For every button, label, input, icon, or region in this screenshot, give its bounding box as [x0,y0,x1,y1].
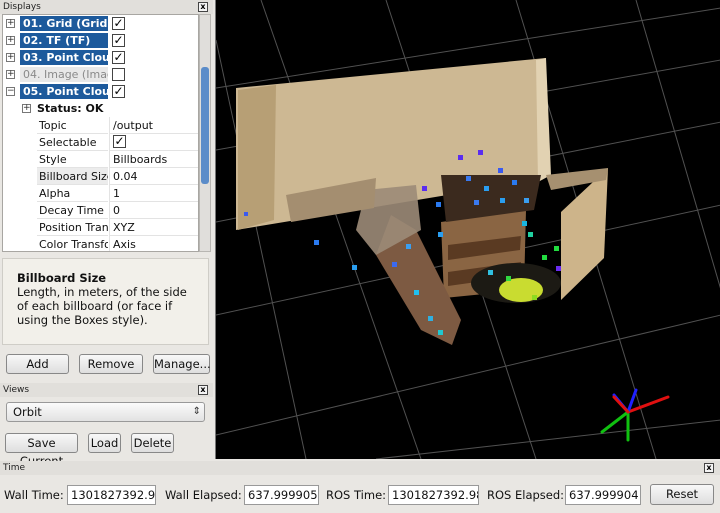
display-enabled-checkbox[interactable]: ✓ [112,85,125,98]
collapse-icon[interactable]: − [6,87,15,96]
status-label: Status: OK [37,102,104,115]
property-name: Position Transformer [37,221,108,236]
ros-time-label: ROS Time: [326,488,387,502]
property-value[interactable]: ✓ [109,134,198,151]
display-item-label[interactable]: 01. Grid (Grid) [20,16,108,31]
property-value[interactable]: 0.04 [109,168,198,185]
property-row[interactable]: Decay Time 0 [3,202,198,219]
display-item[interactable]: + 02. TF (TF) ✓ [3,32,198,49]
load-view-button[interactable]: Load [88,433,121,453]
time-title: Time [0,461,720,475]
property-row[interactable]: Style Billboards [3,151,198,168]
display-enabled-checkbox[interactable]: ✓ [112,34,125,47]
display-item[interactable]: + 01. Grid (Grid) ✓ [3,15,198,32]
add-display-button[interactable]: Add [6,354,69,374]
property-row[interactable]: Topic /output [3,117,198,134]
display-tree-scrollbar[interactable] [199,14,211,252]
delete-view-button[interactable]: Delete [131,433,174,453]
property-row[interactable]: Color Transformer Axis [3,236,198,251]
display-enabled-checkbox[interactable]: ✓ [112,17,125,30]
property-help-box: Billboard Size Length, in meters, of the… [2,258,209,345]
display-item-label[interactable]: 02. TF (TF) [20,33,108,48]
display-item-label[interactable]: 03. Point Cloud2 [20,50,108,65]
property-row[interactable]: Position Transformer XYZ [3,219,198,236]
wall-time-field[interactable]: 1301827392.983 [67,485,156,505]
scrollbar-thumb[interactable] [201,67,209,184]
manage-displays-button[interactable]: Manage... [153,354,211,374]
3d-render-view[interactable] [215,0,720,459]
property-row[interactable]: Billboard Size 0.04 [3,168,198,185]
ros-time-field[interactable]: 1301827392.9839 [388,485,479,505]
reset-time-button[interactable]: Reset [650,484,714,505]
display-enabled-checkbox[interactable]: ✓ [112,51,125,64]
remove-display-button[interactable]: Remove [79,354,143,374]
property-name: Billboard Size [37,168,108,185]
display-item[interactable]: − 05. Point Cloud2 ✓ [3,83,198,100]
view-type-select[interactable]: Orbit ⇕ [6,402,205,422]
time-close-button[interactable]: x [704,463,714,473]
displays-close-button[interactable]: x [198,2,208,12]
display-item[interactable]: + 03. Point Cloud2 ✓ [3,49,198,66]
expand-icon[interactable]: + [6,53,15,62]
point-cloud-scene [216,0,720,459]
property-name: Style [37,151,108,168]
wall-time-label: Wall Time: [4,488,64,502]
views-close-button[interactable]: x [198,385,208,395]
wall-elapsed-label: Wall Elapsed: [165,488,242,502]
property-value[interactable]: Billboards [109,151,198,168]
display-item[interactable]: + 04. Image (Image) [3,66,198,83]
display-item-label[interactable]: 04. Image (Image) [20,67,108,82]
display-item-label[interactable]: 05. Point Cloud2 [20,84,108,99]
updown-arrow-icon: ⇕ [192,406,201,417]
ros-elapsed-label: ROS Elapsed: [487,488,565,502]
view-type-value: Orbit [13,405,42,419]
displays-title: Displays [0,0,213,14]
wall-elapsed-field[interactable]: 637.999905 [244,485,319,505]
ros-elapsed-field[interactable]: 637.999904 [565,485,641,505]
property-value[interactable]: /output [109,117,198,134]
property-row[interactable]: Selectable ✓ [3,134,198,151]
property-value[interactable]: Axis [109,236,198,251]
display-enabled-checkbox[interactable] [112,68,125,81]
help-title: Billboard Size [17,271,107,285]
views-panel: Views x Orbit ⇕ Save Current Load Delete [0,383,213,468]
expand-icon[interactable]: + [6,36,15,45]
status-row[interactable]: + Status: OK [3,100,198,117]
help-text: Length, in meters, of the side of each b… [17,285,187,327]
property-name: Topic [37,117,108,134]
property-name: Color Transformer [37,236,108,251]
expand-icon[interactable]: + [22,104,31,113]
property-name: Decay Time [37,202,108,219]
selectable-checkbox[interactable]: ✓ [113,135,126,148]
point-cloud [236,58,608,345]
property-value[interactable]: 0 [109,202,198,219]
display-tree[interactable]: + 01. Grid (Grid) ✓ + 02. TF (TF) ✓ + 03… [2,14,199,252]
time-panel: Time x Wall Time: 1301827392.983 Wall El… [0,461,720,513]
property-value[interactable]: XYZ [109,219,198,236]
property-name: Alpha [37,185,108,202]
expand-icon[interactable]: + [6,70,15,79]
views-title: Views [0,383,213,397]
property-value[interactable]: 1 [109,185,198,202]
expand-icon[interactable]: + [6,19,15,28]
save-current-view-button[interactable]: Save Current [5,433,78,468]
property-row[interactable]: Alpha 1 [3,185,198,202]
displays-panel: Displays x + 01. Grid (Grid) ✓ + 02. TF … [0,0,213,380]
property-name: Selectable [37,134,108,151]
